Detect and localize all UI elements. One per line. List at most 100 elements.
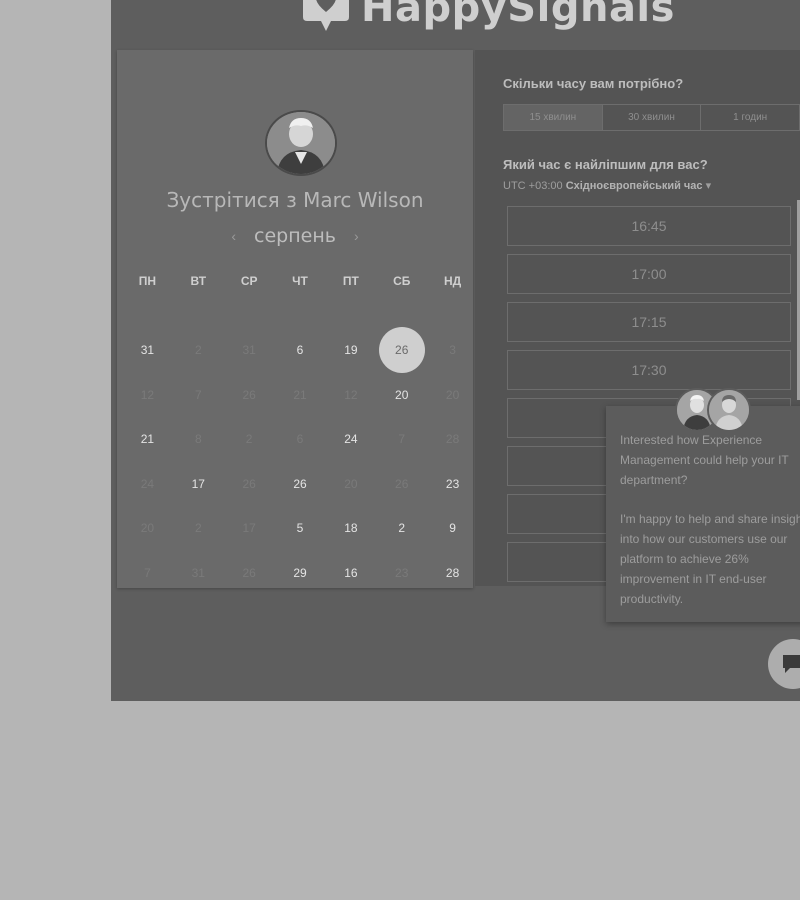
calendar-day[interactable]: 16 [325, 551, 376, 595]
calendar-day: 31 [224, 328, 275, 372]
calendar-day: 12 [325, 373, 376, 417]
timezone-selector[interactable]: UTC +03:00 Східноєвропейський час ▾ [503, 179, 711, 192]
chat-bubble-logo-icon [303, 0, 349, 31]
calendar-day-number: 9 [449, 521, 456, 535]
calendar-day[interactable]: 24 [325, 417, 376, 461]
calendar-day: 31 [173, 551, 224, 595]
calendar-day: 26 [224, 373, 275, 417]
calendar-day: 28 [427, 417, 478, 461]
duration-option-60[interactable]: 1 годин [701, 105, 799, 130]
calendar-week-row: 12 7 26 21 12 20 20 [122, 373, 478, 417]
calendar-day: 20 [427, 373, 478, 417]
calendar-day[interactable]: 31 [122, 328, 173, 372]
calendar-panel: Зустрітися з Marc Wilson ‹ серпень › ПН … [117, 50, 473, 588]
calendar-day[interactable]: 17 [173, 462, 224, 506]
calendar-day-number: 7 [398, 432, 406, 446]
duration-option-30[interactable]: 30 хвилин [603, 105, 702, 130]
calendar-day-number: 7 [194, 387, 202, 402]
next-month-icon[interactable]: › [354, 228, 359, 244]
calendar-day-number: 5 [296, 521, 304, 535]
calendar-day: 6 [275, 417, 326, 461]
person-icon [267, 112, 335, 174]
calendar-day-number: 12 [344, 387, 358, 402]
calendar-day[interactable]: 5 [275, 506, 326, 550]
calendar-day-number: 28 [445, 432, 460, 446]
calendar-day-number: 26 [395, 476, 409, 491]
calendar-day-number: 6 [296, 343, 304, 357]
calendar-day-number: 21 [293, 387, 307, 402]
popup-message: Interested how Experience Management cou… [620, 431, 800, 629]
host-avatar [265, 110, 337, 176]
time-slot[interactable]: 17:00 [507, 254, 791, 294]
calendar-day[interactable]: 21 [122, 417, 173, 461]
calendar-day[interactable]: 18 [325, 506, 376, 550]
weekday-label: ЧТ [292, 274, 308, 288]
calendar-day: 24 [122, 462, 173, 506]
time-slot[interactable]: 16:45 [507, 206, 791, 246]
prev-month-icon[interactable]: ‹ [231, 228, 236, 244]
calendar-day-number: 31 [242, 343, 256, 357]
calendar-day-number: 8 [194, 432, 202, 446]
calendar-day[interactable]: 29 [275, 551, 326, 595]
time-slot[interactable]: 17:30 [507, 350, 791, 390]
calendar-day: 8 [173, 417, 224, 461]
calendar-day[interactable]: 19 [325, 328, 376, 372]
calendar-week-row: 7 31 26 29 16 23 28 [122, 551, 478, 595]
popup-paragraph: Interested how Experience Management cou… [620, 433, 789, 487]
time-question: Який час є найліпшим для вас? [503, 157, 708, 172]
calendar-week-row: 21 8 2 6 24 7 28 [122, 417, 478, 461]
calendar-day[interactable]: 6 [275, 328, 326, 372]
calendar-day-number: 20 [344, 476, 358, 491]
weekday-header: ПН ВТ СР ЧТ ПТ СБ НД [122, 274, 478, 288]
calendar-day[interactable]: 2 [376, 506, 427, 550]
calendar-day[interactable]: 9 [427, 506, 478, 550]
calendar-day: 26 [224, 551, 275, 595]
calendar-day-number: 28 [445, 565, 460, 580]
calendar-day-number: 29 [293, 565, 307, 580]
calendar-day: 12 [122, 373, 173, 417]
calendar-day: 26 [224, 462, 275, 506]
duration-selector: 15 хвилин 30 хвилин 1 годин [503, 104, 800, 131]
chevron-down-icon: ▾ [705, 180, 712, 192]
calendar-day: 3 [427, 328, 478, 372]
month-navigation: ‹ серпень › [117, 225, 473, 247]
calendar-day-selected[interactable]: 26 [376, 327, 427, 373]
calendar-day-number: 26 [395, 343, 409, 357]
timezone-name: Східноєвропейський час [565, 180, 703, 192]
calendar-day-number: 6 [296, 432, 304, 446]
person-icon [709, 390, 749, 430]
calendar-day-number: 2 [398, 521, 406, 535]
calendar-day-number: 20 [395, 387, 409, 402]
calendar-day[interactable]: 28 [427, 551, 478, 595]
calendar-week-row: 20 2 17 5 18 2 9 [122, 506, 478, 550]
calendar-day[interactable]: 26 [275, 462, 326, 506]
popup-paragraph: I'm happy to help and share insight into… [620, 512, 800, 606]
calendar-day-number: 23 [445, 476, 460, 491]
calendar-day: 20 [325, 462, 376, 506]
calendar-day: 23 [376, 551, 427, 595]
weekday-label: ПН [138, 274, 157, 288]
calendar-day: 7 [173, 373, 224, 417]
duration-option-15[interactable]: 15 хвилин [504, 105, 603, 130]
calendar-day-number: 24 [140, 476, 155, 491]
chat-popup[interactable]: Interested how Experience Management cou… [606, 388, 800, 622]
chat-icon [783, 655, 800, 673]
calendar-day-number: 12 [140, 387, 155, 402]
calendar-day-number: 2 [194, 521, 202, 535]
month-label: серпень [254, 225, 336, 247]
weekday-label: СБ [393, 274, 411, 288]
calendar-day-number: 7 [144, 565, 151, 580]
calendar-day: 26 [376, 462, 427, 506]
time-slot[interactable]: 17:15 [507, 302, 791, 342]
calendar-day: 7 [122, 551, 173, 595]
weekday-label: ВТ [190, 274, 207, 288]
calendar-day[interactable]: 20 [376, 373, 427, 417]
calendar-day-number: 31 [140, 343, 155, 357]
timezone-offset: UTC +03:00 [503, 180, 563, 192]
calendar-day-number: 18 [344, 521, 358, 535]
calendar-day[interactable]: 23 [427, 462, 478, 506]
calendar-day-number: 16 [344, 565, 358, 580]
calendar-day-number: 2 [245, 432, 253, 446]
calendar-day-number: 21 [140, 432, 155, 446]
calendar-day-number: 26 [242, 565, 256, 580]
